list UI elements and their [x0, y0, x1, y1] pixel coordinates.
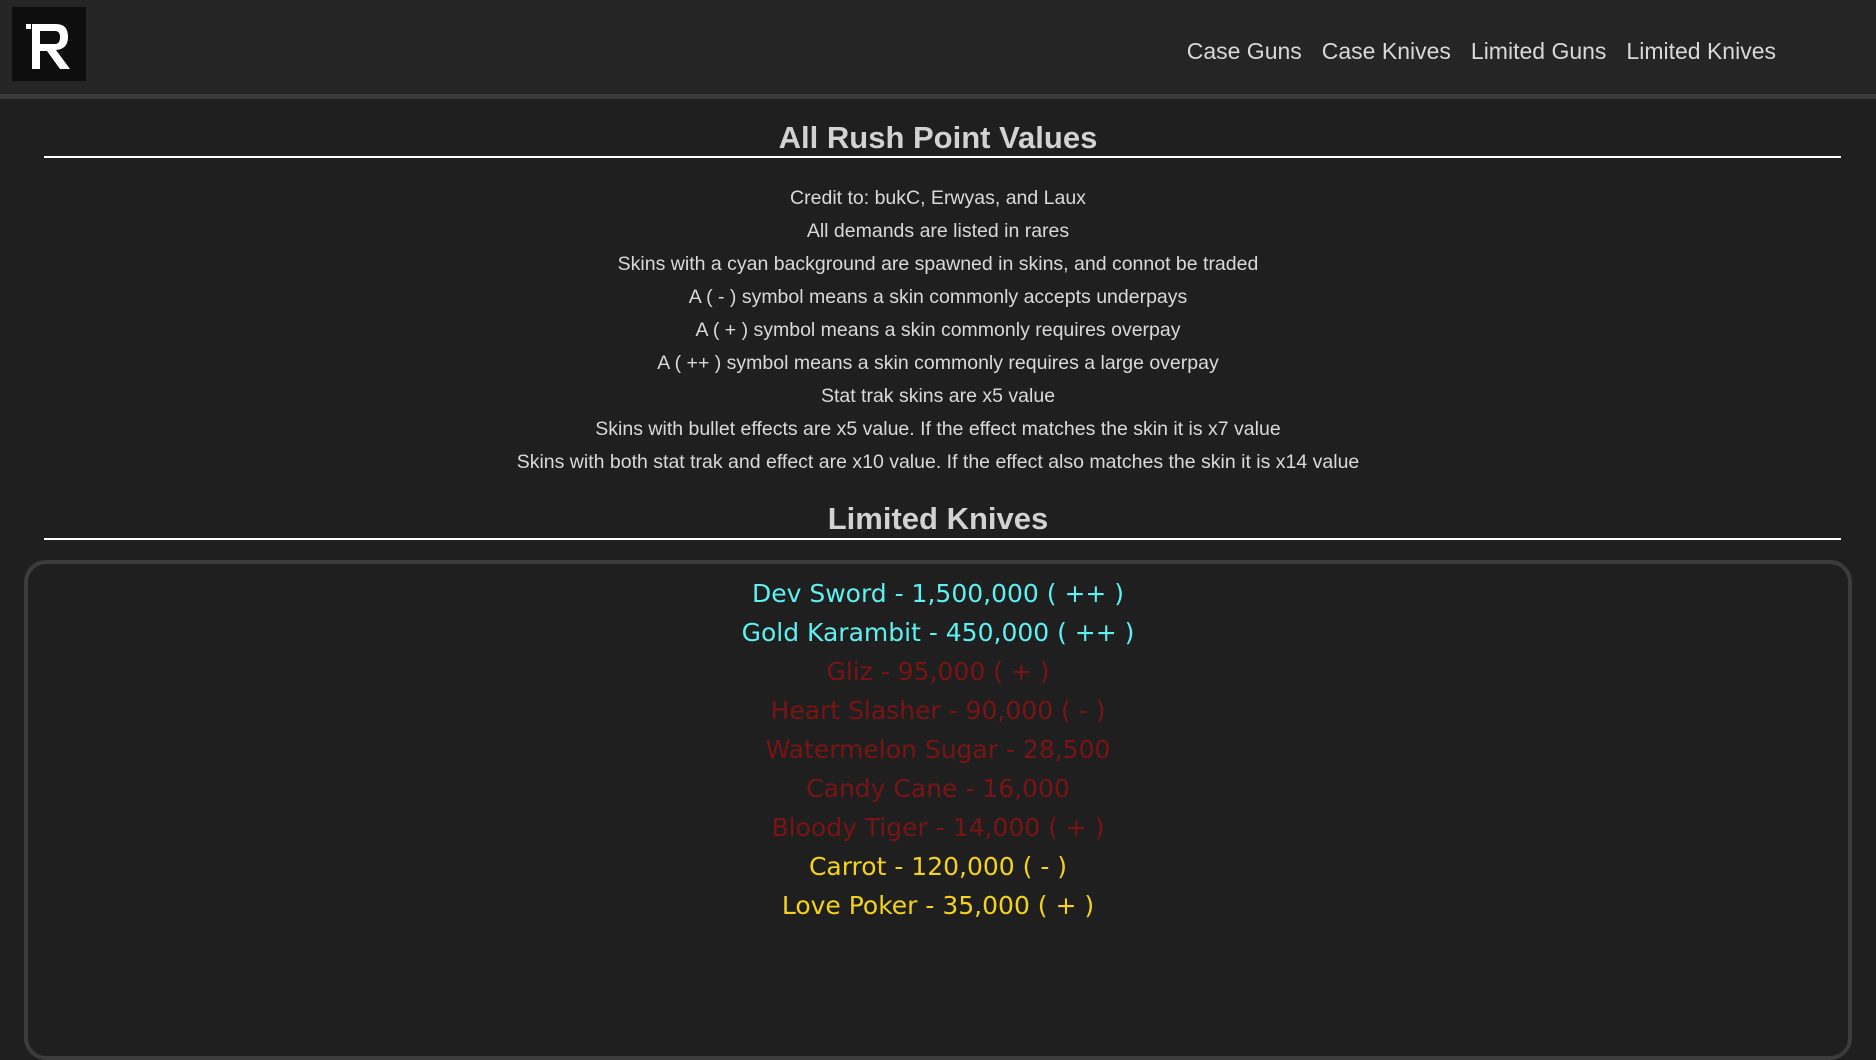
nav-link-limited-guns[interactable]: Limited Guns	[1471, 38, 1607, 65]
list-item: Watermelon Sugar - 28,500	[765, 735, 1111, 764]
note-overpay-symbol: A ( + ) symbol means a skin commonly req…	[695, 319, 1181, 341]
note-large-overpay-symbol: A ( ++ ) symbol means a skin commonly re…	[657, 352, 1219, 374]
notes-list: Credit to: bukC, Erwyas, and Laux All de…	[0, 187, 1876, 484]
list-item: Carrot - 120,000 ( - )	[808, 852, 1068, 881]
site-logo[interactable]	[12, 7, 86, 81]
page-title: All Rush Point Values	[778, 120, 1098, 155]
list-item: Gliz - 95,000 ( + )	[826, 657, 1050, 686]
list-item: Bloody Tiger - 14,000 ( + )	[771, 813, 1105, 842]
note-stat-trak-and-effect: Skins with both stat trak and effect are…	[516, 451, 1360, 473]
rush-point-logo-icon	[26, 24, 70, 69]
section-divider	[44, 538, 1841, 540]
list-item: Gold Karambit - 450,000 ( ++ )	[741, 618, 1135, 647]
note-stat-trak: Stat trak skins are x5 value	[820, 385, 1056, 407]
list-item: Heart Slasher - 90,000 ( - )	[770, 696, 1106, 725]
items-list: Dev Sword - 1,500,000 ( ++ ) Gold Karamb…	[0, 579, 1876, 930]
note-bullet-effects: Skins with bullet effects are x5 value. …	[595, 418, 1281, 440]
nav-link-limited-knives[interactable]: Limited Knives	[1626, 38, 1776, 65]
list-item: Love Poker - 35,000 ( + )	[781, 891, 1095, 920]
nav-link-case-guns[interactable]: Case Guns	[1187, 38, 1302, 65]
title-divider	[44, 156, 1841, 158]
list-item: Candy Cane - 16,000	[806, 774, 1070, 803]
top-navbar: Case Guns Case Knives Limited Guns Limit…	[0, 0, 1876, 99]
note-demands: All demands are listed in rares	[806, 220, 1070, 242]
nav-link-case-knives[interactable]: Case Knives	[1322, 38, 1451, 65]
section-title-limited-knives: Limited Knives	[827, 501, 1049, 536]
list-item: Dev Sword - 1,500,000 ( ++ )	[751, 579, 1125, 608]
main-nav: Case Guns Case Knives Limited Guns Limit…	[1187, 38, 1776, 65]
note-cyan-background: Skins with a cyan background are spawned…	[617, 253, 1259, 275]
note-credit: Credit to: bukC, Erwyas, and Laux	[790, 187, 1086, 209]
note-underpay-symbol: A ( - ) symbol means a skin commonly acc…	[688, 286, 1188, 308]
